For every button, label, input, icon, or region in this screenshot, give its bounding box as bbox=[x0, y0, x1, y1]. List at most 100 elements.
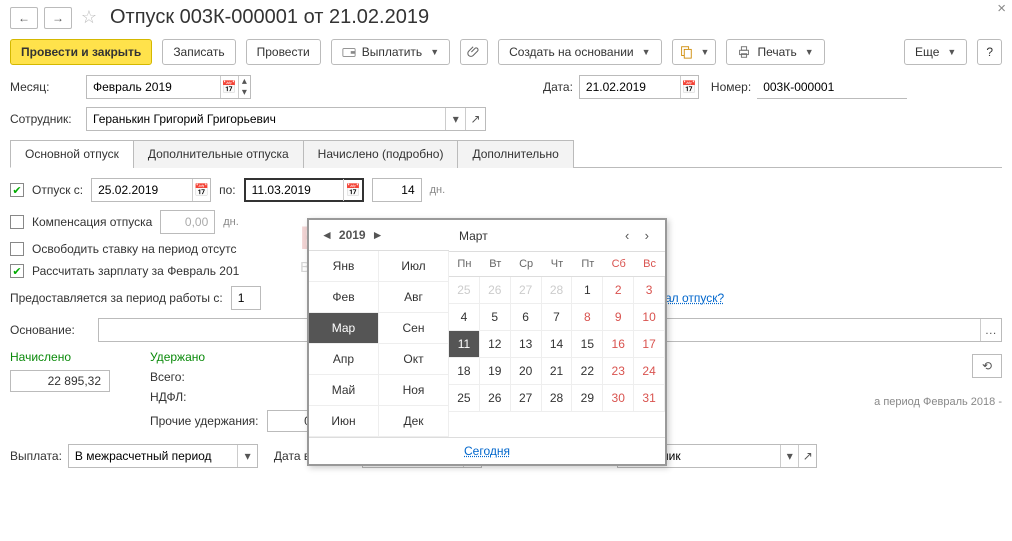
day-28[interactable]: 28 bbox=[542, 277, 573, 304]
calendar-icon[interactable]: 📅 bbox=[192, 179, 210, 201]
month-cell-Мар[interactable]: Мар bbox=[309, 313, 379, 344]
month-cell-Окт[interactable]: Окт bbox=[379, 344, 449, 375]
calendar-icon[interactable]: 📅 bbox=[680, 76, 698, 98]
today-link[interactable]: Сегодня bbox=[464, 444, 510, 458]
post-button[interactable]: Провести bbox=[246, 39, 321, 65]
day-24[interactable]: 24 bbox=[634, 358, 665, 385]
month-cell-Сен[interactable]: Сен bbox=[379, 313, 449, 344]
month-cell-Апр[interactable]: Апр bbox=[309, 344, 379, 375]
create-based-button[interactable]: Создать на основании▼ bbox=[498, 39, 661, 65]
day-11[interactable]: 11 bbox=[449, 331, 480, 358]
open-ref-icon[interactable]: ↗ bbox=[465, 108, 485, 130]
number-field[interactable] bbox=[757, 75, 907, 99]
day-20[interactable]: 20 bbox=[511, 358, 542, 385]
vacation-checkbox[interactable] bbox=[10, 183, 24, 197]
post-and-close-button[interactable]: Провести и закрыть bbox=[10, 39, 152, 65]
print-button[interactable]: Печать▼ bbox=[726, 39, 824, 65]
compensation-days-field[interactable] bbox=[160, 210, 215, 234]
day-31[interactable]: 31 bbox=[634, 385, 665, 412]
month-cell-Июл[interactable]: Июл bbox=[379, 251, 449, 282]
dropdown-icon[interactable]: ▾ bbox=[780, 445, 798, 467]
month-cell-Ноя[interactable]: Ноя bbox=[379, 375, 449, 406]
tab-additional[interactable]: Дополнительно bbox=[457, 140, 573, 168]
dow-Сб: Сб bbox=[603, 252, 634, 277]
month-cell-Май[interactable]: Май bbox=[309, 375, 379, 406]
month-cell-Дек[interactable]: Дек bbox=[379, 406, 449, 437]
day-16[interactable]: 16 bbox=[603, 331, 634, 358]
day-25[interactable]: 25 bbox=[449, 385, 480, 412]
day-27[interactable]: 27 bbox=[511, 277, 542, 304]
month-cell-Фев[interactable]: Фев bbox=[309, 282, 379, 313]
day-28[interactable]: 28 bbox=[542, 385, 573, 412]
month-field[interactable]: 📅 ▴▾ bbox=[86, 75, 251, 99]
day-22[interactable]: 22 bbox=[572, 358, 603, 385]
tab-main-vacation[interactable]: Основной отпуск bbox=[10, 140, 134, 168]
day-15[interactable]: 15 bbox=[572, 331, 603, 358]
month-cell-Июн[interactable]: Июн bbox=[309, 406, 379, 437]
day-4[interactable]: 4 bbox=[449, 304, 480, 331]
tab-accrued-details[interactable]: Начислено (подробно) bbox=[303, 140, 459, 168]
day-29[interactable]: 29 bbox=[572, 385, 603, 412]
basis-label: Основание: bbox=[10, 323, 90, 337]
day-19[interactable]: 19 bbox=[480, 358, 511, 385]
month-cell-Авг[interactable]: Авг bbox=[379, 282, 449, 313]
month-cell-Янв[interactable]: Янв bbox=[309, 251, 379, 282]
payout-button[interactable]: Выплатить▼ bbox=[331, 39, 450, 65]
calc-salary-checkbox[interactable] bbox=[10, 264, 24, 278]
compensation-checkbox[interactable] bbox=[10, 215, 24, 229]
day-18[interactable]: 18 bbox=[449, 358, 480, 385]
day-17[interactable]: 17 bbox=[634, 331, 665, 358]
calendar-icon[interactable]: 📅 bbox=[220, 76, 238, 98]
day-13[interactable]: 13 bbox=[511, 331, 542, 358]
dropdown-icon[interactable]: ▾ bbox=[445, 108, 465, 130]
day-9[interactable]: 9 bbox=[603, 304, 634, 331]
day-26[interactable]: 26 bbox=[480, 277, 511, 304]
open-ref-icon[interactable]: ↗ bbox=[798, 445, 816, 467]
year-next[interactable]: ► bbox=[372, 228, 384, 242]
save-button[interactable]: Записать bbox=[162, 39, 235, 65]
period-from-field[interactable] bbox=[231, 286, 261, 310]
day-8[interactable]: 8 bbox=[572, 304, 603, 331]
ellipsis-icon[interactable]: … bbox=[980, 319, 1002, 341]
date-from-field[interactable]: 📅 bbox=[91, 178, 211, 202]
month-next[interactable]: › bbox=[639, 228, 655, 243]
attach-button[interactable] bbox=[460, 39, 488, 65]
day-6[interactable]: 6 bbox=[511, 304, 542, 331]
month-prev[interactable]: ‹ bbox=[619, 228, 635, 243]
refresh-button[interactable]: ⟲ bbox=[972, 354, 1002, 378]
day-14[interactable]: 14 bbox=[542, 331, 573, 358]
close-icon[interactable]: × bbox=[997, 0, 1006, 17]
day-3[interactable]: 3 bbox=[634, 277, 665, 304]
employee-field[interactable]: ▾ ↗ bbox=[86, 107, 486, 131]
day-27[interactable]: 27 bbox=[511, 385, 542, 412]
days-field[interactable] bbox=[372, 178, 422, 202]
day-10[interactable]: 10 bbox=[634, 304, 665, 331]
day-21[interactable]: 21 bbox=[542, 358, 573, 385]
calc-salary-label: Рассчитать зарплату за Февраль 201 bbox=[32, 264, 239, 278]
day-7[interactable]: 7 bbox=[542, 304, 573, 331]
payout-field[interactable]: ▾ bbox=[68, 444, 258, 468]
more-button[interactable]: Еще▼ bbox=[904, 39, 967, 65]
tab-additional-vacations[interactable]: Дополнительные отпуска bbox=[133, 140, 304, 168]
help-button[interactable]: ? bbox=[977, 39, 1002, 65]
month-spinner[interactable]: ▴▾ bbox=[238, 76, 250, 98]
day-2[interactable]: 2 bbox=[603, 277, 634, 304]
day-30[interactable]: 30 bbox=[603, 385, 634, 412]
nav-fwd-button[interactable]: → bbox=[44, 7, 72, 29]
favorite-icon[interactable]: ☆ bbox=[78, 7, 100, 29]
day-26[interactable]: 26 bbox=[480, 385, 511, 412]
date-to-field[interactable]: 📅 bbox=[244, 178, 364, 202]
payout-label: Выплата: bbox=[10, 449, 62, 463]
dropdown-icon[interactable]: ▾ bbox=[237, 445, 257, 467]
day-12[interactable]: 12 bbox=[480, 331, 511, 358]
day-23[interactable]: 23 bbox=[603, 358, 634, 385]
year-prev[interactable]: ◄ bbox=[321, 228, 333, 242]
template-button[interactable]: ▼ bbox=[672, 39, 717, 65]
date-field[interactable]: 📅 bbox=[579, 75, 699, 99]
day-5[interactable]: 5 bbox=[480, 304, 511, 331]
calendar-icon[interactable]: 📅 bbox=[343, 179, 361, 201]
day-1[interactable]: 1 bbox=[572, 277, 603, 304]
day-25[interactable]: 25 bbox=[449, 277, 480, 304]
release-rate-checkbox[interactable] bbox=[10, 242, 24, 256]
nav-back-button[interactable]: ← bbox=[10, 7, 38, 29]
